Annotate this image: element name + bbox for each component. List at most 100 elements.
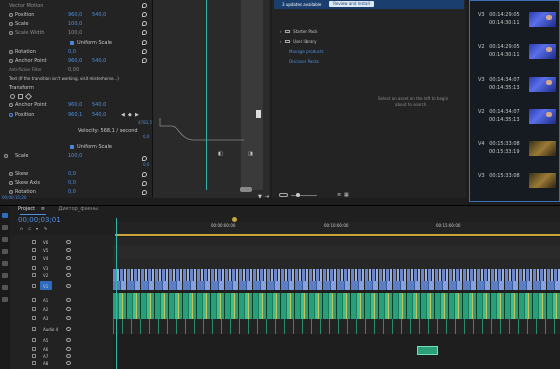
slip-tool-icon[interactable] bbox=[2, 261, 8, 266]
reset-icon[interactable] bbox=[142, 40, 147, 45]
reset-icon[interactable] bbox=[142, 30, 147, 35]
lock-icon[interactable] bbox=[32, 240, 36, 244]
lock-icon[interactable] bbox=[32, 266, 36, 270]
toggle-output-icon[interactable] bbox=[66, 256, 71, 260]
library-item-user-library[interactable]: › User library bbox=[280, 39, 316, 44]
effect-row[interactable]: Scale Width 100,0 bbox=[0, 29, 152, 37]
reset-icon[interactable] bbox=[142, 12, 147, 17]
ellipse-mask-icon[interactable] bbox=[10, 94, 15, 99]
effect-row[interactable]: Skew Axis 0,0 bbox=[0, 179, 152, 187]
effect-row[interactable]: Text (If the transition isn't working, v… bbox=[0, 75, 152, 83]
effect-row[interactable]: Vector Motion bbox=[0, 2, 152, 10]
param-value[interactable]: 960,0 bbox=[68, 58, 82, 64]
lock-icon[interactable] bbox=[32, 361, 36, 365]
lock-icon[interactable] bbox=[32, 327, 36, 331]
track-header[interactable]: A8 bbox=[32, 360, 112, 367]
track-v6-lane[interactable] bbox=[113, 237, 560, 245]
clip-thumbnail[interactable] bbox=[529, 109, 556, 124]
reset-icon[interactable] bbox=[142, 181, 147, 186]
tab-sequence[interactable]: Диктор_фаены bbox=[59, 206, 98, 212]
param-value[interactable]: 100,0 bbox=[68, 153, 82, 159]
param-value[interactable]: 960,0 bbox=[68, 102, 82, 108]
add-keyframe-icon[interactable]: ◆ bbox=[128, 112, 132, 118]
pen-mask-icon[interactable] bbox=[24, 92, 33, 101]
work-area-bar[interactable] bbox=[115, 234, 560, 236]
lock-icon[interactable] bbox=[32, 316, 36, 320]
lock-icon[interactable] bbox=[32, 347, 36, 351]
effect-row[interactable]: Scale 100,0 bbox=[0, 20, 152, 28]
lock-icon[interactable] bbox=[32, 273, 36, 277]
stopwatch-icon[interactable] bbox=[9, 59, 13, 63]
effect-row[interactable]: Scale 100,0 bbox=[0, 152, 152, 160]
param-value[interactable]: 0,0 bbox=[68, 180, 76, 186]
track-a1-lane[interactable] bbox=[113, 293, 560, 319]
prev-keyframe-icon[interactable]: ◀ bbox=[121, 112, 125, 118]
track-a5-lane[interactable] bbox=[113, 334, 560, 369]
selection-tool-icon[interactable] bbox=[2, 213, 8, 218]
effect-row[interactable]: Anchor Point 960,0 540,0 bbox=[0, 101, 152, 109]
effect-row[interactable]: Position 960,0 540,0 bbox=[0, 11, 152, 19]
param-value[interactable]: 100,0 bbox=[68, 21, 82, 27]
toggle-output-icon[interactable] bbox=[66, 248, 71, 252]
lock-icon[interactable] bbox=[32, 338, 36, 342]
media-clip[interactable]: V2 00:14:29:05 bbox=[478, 44, 520, 50]
param-value[interactable]: 0,0 bbox=[68, 171, 76, 177]
reset-icon[interactable] bbox=[142, 3, 147, 8]
reset-icon[interactable] bbox=[142, 49, 147, 54]
stopwatch-icon[interactable] bbox=[9, 172, 13, 176]
discover-packs-link[interactable]: Discover Packs bbox=[289, 59, 319, 64]
zoom-scroll[interactable] bbox=[240, 187, 252, 192]
panel-menu-icon[interactable]: ≡ bbox=[41, 206, 45, 212]
grid-view-icon[interactable]: ▦ bbox=[344, 192, 349, 198]
hand-tool-icon[interactable] bbox=[2, 285, 8, 290]
filter-icon[interactable]: ▼ bbox=[258, 194, 262, 200]
track-header[interactable]: A5 bbox=[32, 337, 112, 344]
keyframe-marker[interactable]: ◧ bbox=[218, 151, 223, 157]
param-value[interactable]: 540,0 bbox=[92, 58, 106, 64]
media-clip[interactable]: V3 00:14:29:05 bbox=[478, 12, 520, 18]
timeline-playhead[interactable] bbox=[116, 218, 117, 369]
param-value[interactable]: 540,0 bbox=[92, 112, 106, 118]
track-v1-lane[interactable] bbox=[113, 281, 560, 290]
lock-icon[interactable] bbox=[32, 284, 36, 288]
track-header[interactable]: A6 bbox=[32, 346, 112, 353]
reset-icon[interactable] bbox=[142, 58, 147, 63]
media-clip[interactable]: V3 00:14:34:07 bbox=[478, 77, 520, 83]
media-clip[interactable]: V3 00:15:33:08 bbox=[478, 173, 520, 179]
manage-products-link[interactable]: Manage products bbox=[289, 49, 324, 54]
wrench-icon[interactable]: ✎ bbox=[44, 226, 47, 231]
param-value[interactable]: 960,0 bbox=[68, 12, 82, 18]
ripple-edit-tool-icon[interactable] bbox=[2, 237, 8, 242]
zoom-slider[interactable] bbox=[291, 195, 317, 196]
lock-icon[interactable] bbox=[32, 248, 36, 252]
toggle-output-icon[interactable] bbox=[66, 266, 71, 270]
stopwatch-icon[interactable] bbox=[9, 13, 13, 17]
param-value[interactable]: 540,0 bbox=[92, 12, 106, 18]
marker-icon[interactable]: ▾ bbox=[36, 226, 38, 231]
track-header[interactable]: V6 bbox=[32, 239, 112, 246]
velocity-graph[interactable] bbox=[152, 110, 270, 150]
reset-icon[interactable] bbox=[142, 172, 147, 177]
track-header[interactable]: Audio 4 bbox=[32, 326, 112, 333]
stopwatch-icon[interactable] bbox=[9, 22, 13, 26]
track-header[interactable]: V1 bbox=[32, 283, 112, 290]
media-clip[interactable]: V2 00:14:34:07 bbox=[478, 109, 520, 115]
mute-icon[interactable] bbox=[66, 338, 71, 342]
library-item-starter-pack[interactable]: › Starter Pack bbox=[280, 29, 318, 34]
mute-icon[interactable] bbox=[66, 347, 71, 351]
lock-icon[interactable] bbox=[32, 307, 36, 311]
stopwatch-icon[interactable] bbox=[9, 190, 13, 194]
next-keyframe-icon[interactable]: ▶ bbox=[135, 112, 139, 118]
pen-tool-icon[interactable] bbox=[2, 273, 8, 278]
param-value[interactable]: 0,00 bbox=[68, 67, 79, 73]
param-value[interactable]: 540,0 bbox=[92, 102, 106, 108]
mute-icon[interactable] bbox=[66, 354, 71, 358]
track-header[interactable]: A1 bbox=[32, 297, 112, 304]
timeline-timecode[interactable]: 00;00;03;01 bbox=[18, 216, 61, 224]
track-v5-lane[interactable] bbox=[113, 245, 560, 259]
time-ruler[interactable]: 00:00:00:00 00:10:00:00 00:15:00:00 bbox=[113, 222, 560, 234]
mute-icon[interactable] bbox=[66, 316, 71, 320]
param-value[interactable]: 0,0 bbox=[68, 189, 76, 195]
uniform-scale-checkbox[interactable] bbox=[70, 145, 74, 149]
track-header[interactable]: A3 bbox=[32, 315, 112, 322]
